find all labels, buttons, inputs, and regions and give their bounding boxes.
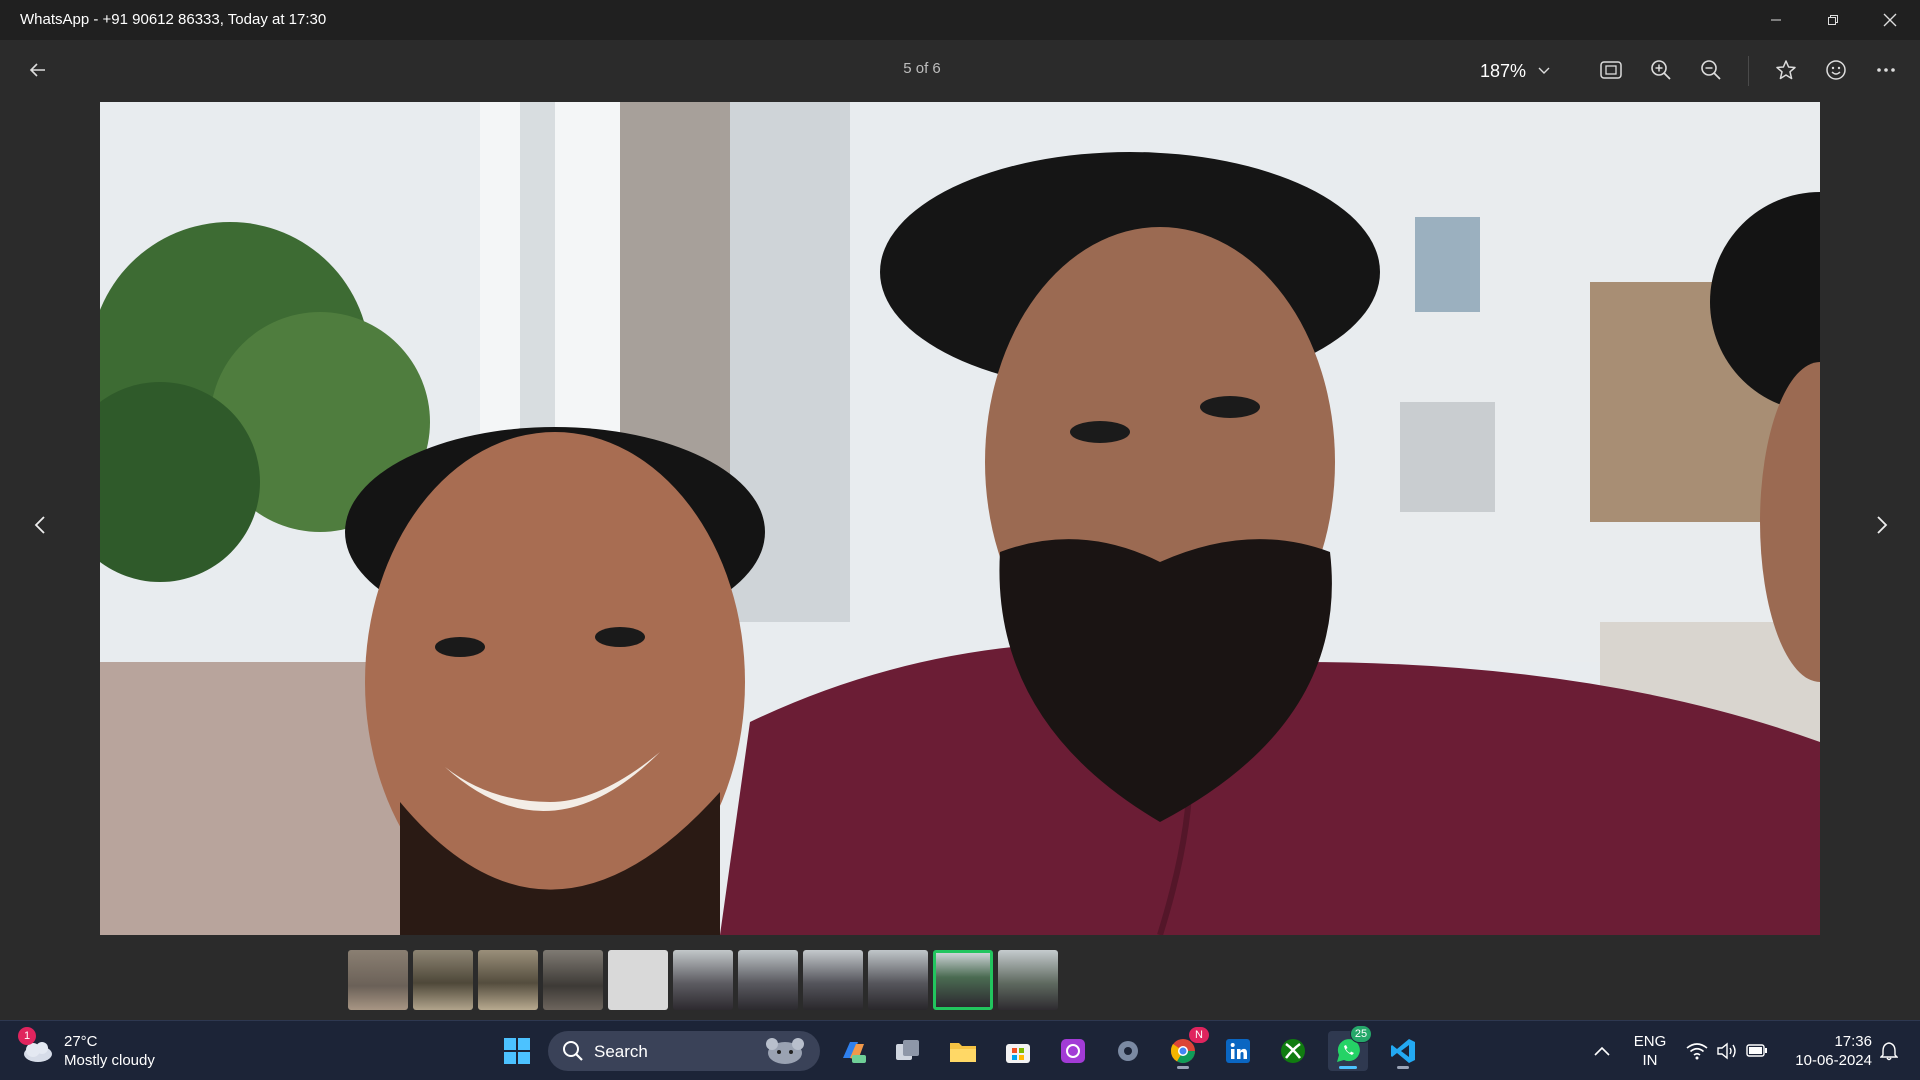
running-indicator: [1397, 1066, 1409, 1069]
back-button[interactable]: [18, 50, 58, 90]
taskbar-search[interactable]: Search: [548, 1031, 820, 1071]
chevron-up-icon: [1594, 1046, 1610, 1056]
search-label: Search: [594, 1042, 648, 1061]
image-counter: 5 of 6: [903, 60, 941, 77]
toolbar-divider: [1748, 56, 1749, 86]
linkedin-button[interactable]: [1218, 1031, 1258, 1071]
zoom-level: 187%: [1480, 60, 1527, 81]
minimize-button[interactable]: [1748, 0, 1804, 40]
thumbnail[interactable]: [608, 950, 668, 1010]
next-image-button[interactable]: [1862, 505, 1902, 545]
whatsapp-unread-badge: 25: [1350, 1025, 1372, 1043]
photos-app-icon: [1061, 1039, 1085, 1063]
zoom-in-button[interactable]: [1641, 50, 1681, 90]
thumbnail[interactable]: [413, 950, 473, 1010]
fit-screen-icon: [1600, 61, 1622, 79]
clock-time: 17:36: [1834, 1033, 1872, 1050]
weather-temperature: 27°C: [64, 1033, 98, 1050]
notification-bell-icon[interactable]: [1880, 1041, 1898, 1061]
taskbar: 27°C Mostly cloudy 1 Search N 25 ENG IN …: [0, 1020, 1920, 1080]
viewer-toolbar: 5 of 6 187%: [0, 40, 1920, 102]
show-hidden-icons-button[interactable]: [1582, 1031, 1622, 1071]
store-icon: [1006, 1044, 1030, 1063]
vscode-button[interactable]: [1383, 1031, 1423, 1071]
file-explorer-button[interactable]: [943, 1031, 983, 1071]
thumbnail[interactable]: [478, 950, 538, 1010]
settings-icon: [1118, 1041, 1138, 1061]
chevron-down-icon: [1538, 67, 1550, 74]
running-indicator: [1339, 1066, 1357, 1069]
region-code: IN: [1642, 1052, 1658, 1069]
file-explorer-icon: [950, 1043, 976, 1062]
input-language-indicator[interactable]: ENG IN: [1628, 1032, 1672, 1070]
photo-view: [100, 102, 1820, 935]
photos-app-button[interactable]: [1053, 1031, 1093, 1071]
chevron-left-icon: [34, 516, 45, 534]
close-icon: [1883, 13, 1897, 27]
task-view-icon: [896, 1040, 919, 1060]
thumbnail[interactable]: [998, 950, 1058, 1010]
copilot-taskbar-button[interactable]: [833, 1031, 873, 1071]
task-view-button[interactable]: [888, 1031, 928, 1071]
windows-start-icon: [504, 1038, 530, 1064]
settings-button[interactable]: [1108, 1031, 1148, 1071]
restore-button[interactable]: [1805, 0, 1861, 40]
thumbnail-active[interactable]: [933, 950, 993, 1010]
language-code: ENG: [1633, 1033, 1667, 1050]
fit-to-window-button[interactable]: [1591, 50, 1631, 90]
zoom-out-button[interactable]: [1691, 50, 1731, 90]
react-button[interactable]: [1816, 50, 1856, 90]
thumbnail[interactable]: [348, 950, 408, 1010]
window-title: WhatsApp - +91 90612 86333, Today at 17:…: [20, 11, 327, 28]
close-button[interactable]: [1862, 0, 1918, 40]
thumbnail[interactable]: [738, 950, 798, 1010]
clock-date: 10-06-2024: [1795, 1052, 1872, 1069]
clock[interactable]: 17:36 10-06-2024: [1782, 1032, 1872, 1070]
weather-condition: Mostly cloudy: [64, 1052, 155, 1069]
photo: [100, 102, 1820, 935]
thumbnail[interactable]: [673, 950, 733, 1010]
linkedin-icon: [1226, 1039, 1250, 1063]
wifi-icon[interactable]: [1686, 1042, 1708, 1060]
copilot-icon: [843, 1042, 866, 1063]
xbox-button[interactable]: [1273, 1031, 1313, 1071]
thumbnail[interactable]: [868, 950, 928, 1010]
zoom-dropdown[interactable]: 187%: [1480, 55, 1550, 87]
minimize-icon: [1771, 19, 1781, 21]
zoom-out-icon: [1701, 60, 1721, 80]
thumbnail-strip: [348, 950, 1058, 1010]
start-button[interactable]: [497, 1031, 537, 1071]
battery-icon[interactable]: [1746, 1044, 1768, 1058]
weather-widget[interactable]: 27°C Mostly cloudy: [20, 1029, 155, 1073]
chrome-profile-badge: N: [1189, 1027, 1209, 1043]
thumbnail[interactable]: [803, 950, 863, 1010]
whatsapp-button[interactable]: 25: [1328, 1025, 1372, 1071]
star-button[interactable]: [1766, 50, 1806, 90]
previous-image-button[interactable]: [20, 505, 60, 545]
store-button[interactable]: [998, 1031, 1038, 1071]
star-icon: [1776, 60, 1796, 80]
title-bar: WhatsApp - +91 90612 86333, Today at 17:…: [0, 0, 1920, 40]
search-highlight-icon: [766, 1038, 804, 1064]
chrome-button[interactable]: N: [1163, 1027, 1209, 1071]
more-options-button[interactable]: [1866, 50, 1906, 90]
xbox-icon: [1281, 1039, 1305, 1063]
more-icon: [1877, 68, 1895, 72]
running-indicator: [1177, 1066, 1189, 1069]
chevron-right-icon: [1877, 516, 1888, 534]
zoom-in-icon: [1651, 60, 1671, 80]
restore-icon: [1828, 15, 1838, 25]
emoji-icon: [1826, 60, 1846, 80]
weather-alert-badge: 1: [18, 1027, 36, 1045]
vscode-icon: [1391, 1039, 1415, 1063]
volume-icon[interactable]: [1716, 1042, 1738, 1060]
thumbnail[interactable]: [543, 950, 603, 1010]
search-icon: [563, 1041, 583, 1061]
back-arrow-icon: [29, 63, 45, 77]
